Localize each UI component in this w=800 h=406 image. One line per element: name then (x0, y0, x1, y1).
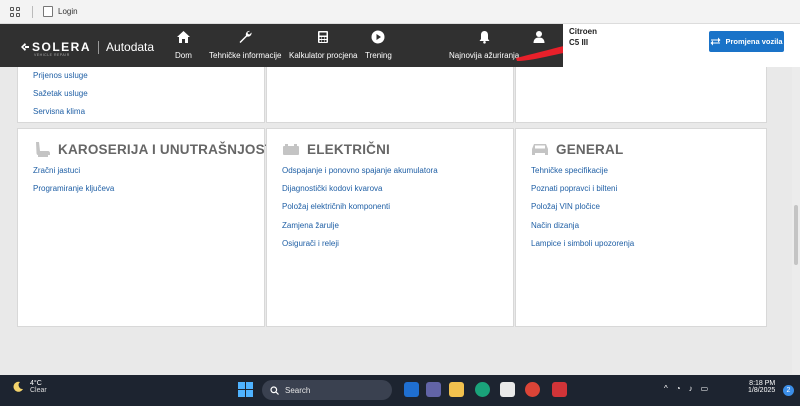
body-links: Zračni jastuci Programiranje ključeva (33, 166, 114, 202)
taskbar: 4°C Clear Search ^ ◔ ♪ ▭ 8:18 PM 1/8/202… (0, 375, 800, 406)
play-icon (370, 29, 386, 45)
vehicle-model: C5 III (569, 38, 589, 47)
nav-latest-updates[interactable]: Najnovija ažuriranja (449, 29, 519, 60)
nav-dom[interactable]: Dom (175, 29, 192, 60)
link-bulb-replacement[interactable]: Zamjena žarulje (282, 221, 438, 239)
logo-divider (98, 40, 100, 54)
logo-subtitle: VEHICLE REPAIR (34, 53, 70, 57)
seat-icon (32, 141, 52, 157)
card-top-right (515, 67, 767, 123)
link-technical-specs[interactable]: Tehničke specifikacije (531, 166, 634, 184)
change-vehicle-button[interactable]: Promjena vozila (709, 31, 784, 52)
divider (32, 5, 33, 18)
general-links: Tehničke specifikacije Poznati popravci … (531, 166, 634, 257)
taskbar-search[interactable]: Search (262, 380, 392, 400)
card-body-interior: KAROSERIJA I UNUTRAŠNJOST Zračni jastuci… (17, 128, 273, 327)
change-vehicle-label: Promjena vozila (725, 37, 783, 46)
nav-label: Trening (365, 51, 392, 60)
weather-temp: 4°C (30, 380, 42, 387)
link-fuses-relays[interactable]: Osigurači i releji (282, 239, 438, 257)
electrical-links: Odspajanje i ponovno spajanje akumulator… (282, 166, 438, 257)
nav-technical-info[interactable]: Tehničke informacije (209, 29, 281, 60)
apps-grid-icon[interactable] (10, 6, 20, 17)
logo-product: Autodata (106, 40, 155, 54)
link-warning-lamps[interactable]: Lampice i simboli upozorenja (531, 239, 634, 257)
clock-time: 8:18 PM (749, 380, 776, 387)
red-redaction-mark (516, 46, 565, 61)
nav-user[interactable] (531, 29, 547, 45)
tab-title[interactable]: Login (58, 7, 78, 16)
notification-badge[interactable]: 2 (783, 385, 794, 396)
card-service: Prijenos usluge Sažetak usluge Servisna … (17, 67, 265, 123)
tray-overflow-chevron[interactable]: ^ (664, 384, 668, 393)
link-service-ac[interactable]: Servisna klima (33, 107, 88, 125)
task-view-icon[interactable] (404, 382, 419, 397)
browser-tab-strip: Login (0, 0, 800, 24)
card-electrical: ELEKTRIČNI Odspajanje i ponovno spajanje… (266, 128, 514, 327)
link-lifting[interactable]: Način dizanja (531, 221, 634, 239)
link-vin-location[interactable]: Položaj VIN pločice (531, 202, 634, 220)
wrench-icon (237, 29, 253, 45)
link-airbags[interactable]: Zračni jastuci (33, 166, 114, 184)
link-known-fixes[interactable]: Poznati popravci i bilteni (531, 184, 634, 202)
page-icon (43, 6, 53, 17)
nav-training[interactable]: Trening (365, 29, 392, 60)
link-fault-codes[interactable]: Dijagnostički kodovi kvarova (282, 184, 438, 202)
user-icon (531, 29, 547, 45)
link-service-summary[interactable]: Sažetak usluge (33, 89, 88, 107)
battery-icon (281, 141, 301, 157)
card-title: ELEKTRIČNI (307, 141, 390, 157)
card-general: GENERAL Tehničke specifikacije Poznati p… (515, 128, 767, 327)
clock[interactable]: 8:18 PM 1/8/2025 (748, 380, 775, 394)
card-title: GENERAL (556, 141, 624, 157)
clock-date: 1/8/2025 (748, 387, 776, 394)
app-icon[interactable] (552, 382, 567, 397)
selected-vehicle-panel: Citroen C5 III Promjena vozila (563, 24, 800, 67)
card-header: ELEKTRIČNI (281, 141, 390, 157)
solera-logo-icon (21, 43, 29, 51)
service-links: Prijenos usluge Sažetak usluge Servisna … (33, 71, 88, 126)
nav-estimate-calculator[interactable]: Kalkulator procjena (289, 29, 357, 60)
link-battery-disconnect[interactable]: Odspajanje i ponovno spajanje akumulator… (282, 166, 438, 184)
nav-label: Tehničke informacije (209, 51, 282, 60)
logo-brand: SOLERA (32, 40, 92, 54)
nav-label: Kalkulator procjena (289, 51, 358, 60)
battery-tray-icon[interactable]: ▭ (701, 384, 709, 393)
weather-condition: Clear (30, 387, 47, 394)
edge-icon[interactable] (475, 382, 490, 397)
teams-icon[interactable] (426, 382, 441, 397)
calculator-icon (315, 29, 331, 45)
link-key-programming[interactable]: Programiranje ključeva (33, 184, 114, 202)
nav-label: Dom (175, 51, 192, 60)
calendar-icon[interactable] (500, 382, 515, 397)
system-tray[interactable]: ^ ◔ ♪ ▭ (664, 384, 716, 393)
card-top-middle (266, 67, 514, 123)
chrome-icon[interactable] (525, 382, 540, 397)
search-icon (270, 385, 279, 395)
search-placeholder: Search (285, 385, 311, 395)
home-icon (175, 29, 191, 45)
start-button[interactable] (238, 382, 253, 397)
card-title: KAROSERIJA I UNUTRAŠNJOST (58, 141, 274, 157)
vehicle-make: Citroen (569, 27, 597, 36)
link-component-locations[interactable]: Položaj električnih komponenti (282, 202, 438, 220)
volume-icon[interactable]: ♪ (689, 384, 693, 393)
weather-widget[interactable]: 4°C Clear (12, 380, 47, 394)
car-icon (530, 141, 550, 157)
moon-icon (13, 381, 23, 392)
swap-arrows-icon (710, 37, 721, 46)
bell-icon (476, 29, 492, 45)
card-header: GENERAL (530, 141, 623, 157)
solera-autodata-logo[interactable]: SOLERA VEHICLE REPAIR Autodata (20, 40, 155, 57)
scrollbar-thumb[interactable] (794, 205, 798, 265)
nav-label: Najnovija ažuriranja (449, 51, 520, 60)
link-service-transfer[interactable]: Prijenos usluge (33, 71, 88, 89)
file-explorer-icon[interactable] (449, 382, 464, 397)
wifi-icon[interactable]: ◔ (676, 384, 681, 393)
card-header: KAROSERIJA I UNUTRAŠNJOST (32, 141, 273, 157)
